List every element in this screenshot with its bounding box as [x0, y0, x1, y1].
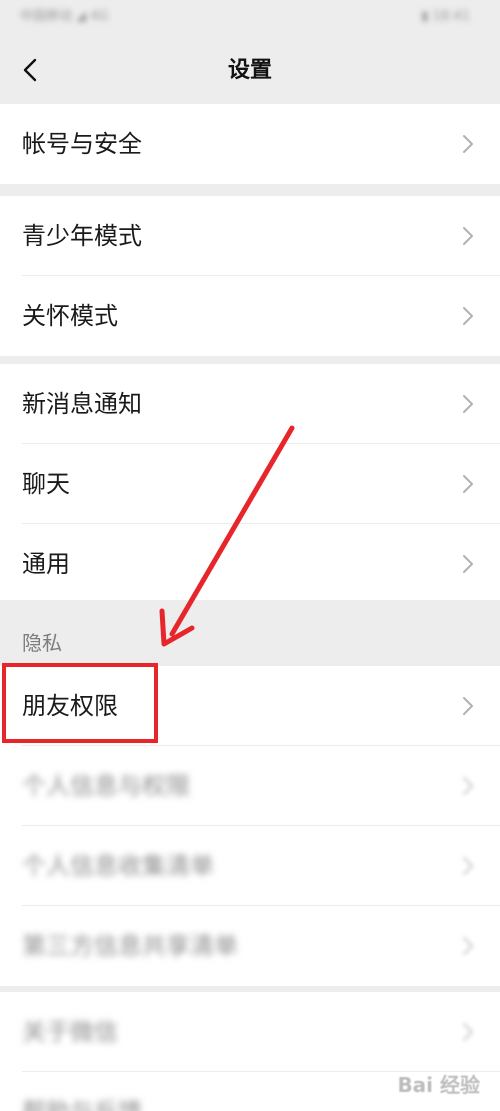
chevron-right-icon	[463, 227, 473, 245]
chevron-left-icon	[23, 58, 37, 82]
chevron-right-icon	[463, 857, 473, 875]
back-button[interactable]	[10, 50, 50, 90]
settings-item-friend-permissions[interactable]: 朋友权限	[0, 666, 500, 746]
settings-group-account: 帐号与安全	[0, 104, 500, 184]
settings-item-label: 帮助与反馈	[22, 1072, 142, 1111]
settings-item-label: 聊天	[22, 470, 70, 498]
settings-item-teen-mode[interactable]: 青少年模式	[0, 196, 500, 276]
settings-item-about-wechat[interactable]: 关于微信	[0, 992, 500, 1072]
chevron-right-icon	[463, 395, 473, 413]
settings-item-label: 朋友权限	[22, 692, 118, 720]
settings-item-personal-info-permissions[interactable]: 个人信息与权限	[0, 746, 500, 826]
carrier-text: 中国移动 ◢ 4G	[20, 9, 109, 24]
settings-item-label: 个人信息收集清单	[22, 852, 214, 880]
settings-item-chat[interactable]: 聊天	[0, 444, 500, 524]
chevron-right-icon	[463, 555, 473, 573]
settings-item-label: 第三方信息共享清单	[22, 932, 238, 960]
settings-item-account-security[interactable]: 帐号与安全	[0, 104, 500, 184]
section-header-privacy: 隐私	[0, 600, 500, 666]
chevron-right-icon	[463, 697, 473, 715]
chevron-right-icon	[463, 475, 473, 493]
chevron-right-icon	[463, 777, 473, 795]
page-title: 设置	[227, 58, 272, 83]
section-label: 隐私	[22, 631, 62, 655]
settings-group-general: 新消息通知 聊天 通用	[0, 364, 500, 604]
settings-item-label: 通用	[22, 550, 70, 578]
settings-item-personal-info-list[interactable]: 个人信息收集清单	[0, 826, 500, 906]
nav-bar: 设置	[0, 40, 500, 102]
watermark-text: Bai 经验	[397, 1072, 480, 1097]
settings-item-notifications[interactable]: 新消息通知	[0, 364, 500, 444]
chevron-right-icon	[463, 1023, 473, 1041]
settings-item-label: 个人信息与权限	[22, 772, 190, 800]
settings-item-third-party-sharing-list[interactable]: 第三方信息共享清单	[0, 906, 500, 986]
settings-item-label: 关怀模式	[22, 302, 118, 330]
settings-item-label: 帐号与安全	[22, 130, 142, 158]
settings-group-modes: 青少年模式 关怀模式	[0, 196, 500, 356]
settings-group-privacy: 朋友权限 个人信息与权限 个人信息收集清单 第三方信息共享清单	[0, 666, 500, 986]
status-bar: 中国移动 ◢ 4G ▮ 18:41	[0, 0, 500, 40]
battery-time-text: ▮ 18:41	[421, 9, 470, 24]
settings-item-care-mode[interactable]: 关怀模式	[0, 276, 500, 356]
chevron-right-icon	[463, 937, 473, 955]
settings-item-label: 关于微信	[22, 1018, 118, 1046]
settings-item-label: 新消息通知	[22, 390, 142, 418]
watermark: Bai 经验	[397, 1063, 480, 1103]
chevron-right-icon	[463, 307, 473, 325]
settings-item-general[interactable]: 通用	[0, 524, 500, 604]
settings-item-label: 青少年模式	[22, 222, 142, 250]
chevron-right-icon	[463, 135, 473, 153]
